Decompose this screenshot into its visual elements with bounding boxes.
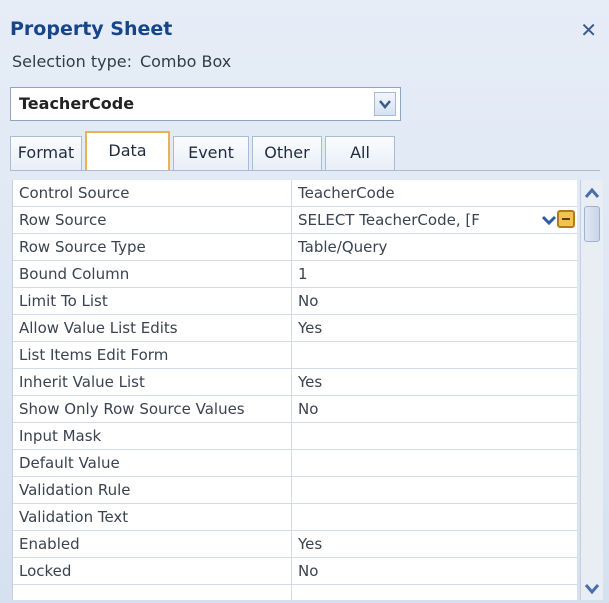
chevron-down-icon[interactable] — [541, 211, 557, 229]
builder-icon[interactable] — [557, 210, 575, 228]
object-selector-value: TeacherCode — [19, 94, 135, 113]
property-value[interactable]: Table/Query — [298, 238, 573, 256]
property-value[interactable]: TeacherCode — [298, 184, 573, 202]
tabs-divider — [10, 170, 600, 171]
property-grid: Control Source TeacherCode Row Source SE… — [12, 180, 577, 600]
close-icon[interactable]: ✕ — [580, 18, 597, 42]
property-row[interactable]: Control Source TeacherCode — [13, 180, 577, 207]
property-name: Default Value — [19, 454, 120, 472]
property-value[interactable]: Yes — [298, 535, 573, 553]
property-tabs: Format Data Event Other All — [10, 130, 600, 170]
selection-type-label: Selection type: — [12, 52, 132, 71]
property-name: Row Source — [19, 211, 107, 229]
property-sheet-panel: Property Sheet ✕ Selection type: Combo Bo… — [0, 0, 609, 603]
tab-data[interactable]: Data — [85, 131, 170, 170]
property-row[interactable]: Allow Value List Edits Yes — [13, 315, 577, 342]
property-value[interactable]: No — [298, 292, 573, 310]
scroll-up-icon[interactable] — [583, 184, 601, 204]
property-name: Locked — [19, 562, 72, 580]
property-value[interactable]: SELECT TeacherCode, [F — [298, 211, 538, 229]
tab-event[interactable]: Event — [173, 136, 249, 170]
property-name: Inherit Value List — [19, 373, 145, 391]
property-row[interactable]: Enabled Yes — [13, 531, 577, 558]
property-row[interactable]: Default Value — [13, 450, 577, 477]
property-value[interactable]: 1 — [298, 265, 573, 283]
property-name: List Items Edit Form — [19, 346, 169, 364]
property-name: Enabled — [19, 535, 80, 553]
tab-other[interactable]: Other — [252, 136, 322, 170]
property-name: Row Source Type — [19, 238, 146, 256]
property-row[interactable]: Limit To List No — [13, 288, 577, 315]
chevron-down-icon — [379, 100, 391, 109]
property-row[interactable]: Inherit Value List Yes — [13, 369, 577, 396]
property-name: Control Source — [19, 184, 130, 202]
property-name: Validation Rule — [19, 481, 131, 499]
property-name: Bound Column — [19, 265, 130, 283]
property-name: Validation Text — [19, 508, 129, 526]
property-value[interactable]: No — [298, 562, 573, 580]
property-name: Input Mask — [19, 427, 102, 445]
property-value[interactable]: Yes — [298, 373, 573, 391]
property-row[interactable]: Input Mask — [13, 423, 577, 450]
property-row[interactable]: List Items Edit Form — [13, 342, 577, 369]
scroll-down-icon[interactable] — [583, 578, 601, 598]
property-row[interactable]: Validation Rule — [13, 477, 577, 504]
tab-format[interactable]: Format — [10, 136, 82, 170]
property-name: Allow Value List Edits — [19, 319, 178, 337]
selection-type: Selection type: Combo Box — [12, 52, 231, 71]
tab-all[interactable]: All — [325, 136, 395, 170]
property-name: Show Only Row Source Values — [19, 400, 245, 418]
property-row[interactable]: Row Source Type Table/Query — [13, 234, 577, 261]
property-row-row-source[interactable]: Row Source SELECT TeacherCode, [F — [13, 207, 577, 234]
property-row[interactable]: Validation Text — [13, 504, 577, 531]
combo-dropdown-button[interactable] — [374, 92, 396, 116]
property-value[interactable]: No — [298, 400, 573, 418]
selection-type-value: Combo Box — [139, 52, 232, 71]
property-row[interactable]: Locked No — [13, 558, 577, 585]
property-value[interactable]: Yes — [298, 319, 573, 337]
property-row[interactable]: Bound Column 1 — [13, 261, 577, 288]
property-row[interactable]: Show Only Row Source Values No — [13, 396, 577, 423]
object-selector-combo[interactable]: TeacherCode — [10, 87, 401, 121]
property-name: Limit To List — [19, 292, 108, 310]
vertical-scrollbar[interactable] — [580, 180, 603, 600]
panel-title: Property Sheet — [10, 18, 173, 40]
scrollbar-thumb[interactable] — [584, 206, 600, 242]
